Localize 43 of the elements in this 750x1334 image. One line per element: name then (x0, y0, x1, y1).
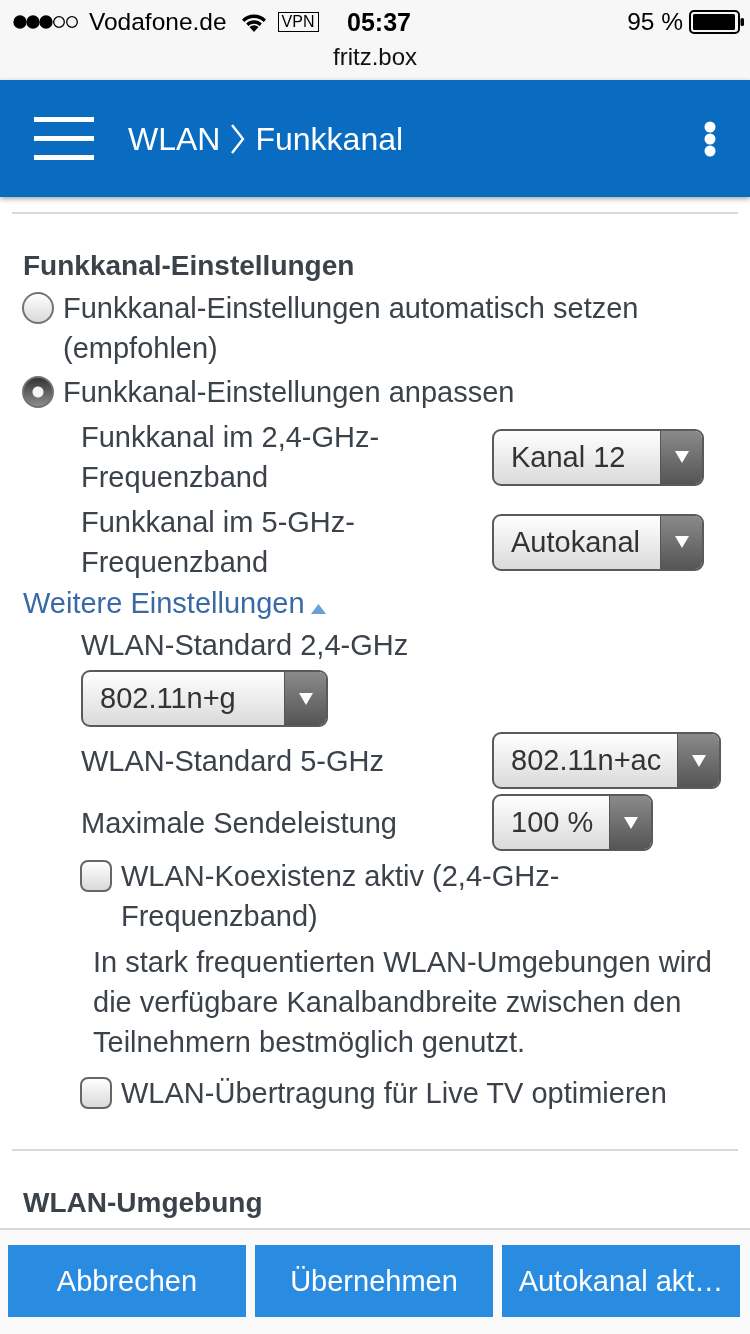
checkbox-label: WLAN-Koexistenz aktiv (2,4-GHz-Frequenzband) (121, 859, 561, 934)
radio-label: Funkkanal-Einstellungen automatisch setzen (empfohlen) (63, 291, 640, 366)
dropdown-caret-icon (609, 796, 652, 849)
radio-button[interactable] (22, 292, 54, 324)
field-label: Funkkanal im 5-GHz-Frequenzband (81, 505, 356, 580)
dropdown-caret-icon (284, 672, 326, 725)
radio-button[interactable] (22, 376, 54, 408)
checkbox[interactable] (80, 860, 112, 892)
field-label: Funkkanal im 2,4-GHz-Frequenzband (81, 420, 381, 495)
section-title: Funkkanal-Einstellungen (23, 249, 356, 283)
apply-button[interactable]: Übernehmen (255, 1245, 493, 1317)
clock-time: 05:37 (347, 7, 411, 37)
dropdown-caret-icon (677, 734, 720, 787)
dropdown-caret-icon (660, 515, 702, 569)
breadcrumb-link[interactable]: WLAN (128, 118, 221, 159)
carrier-name: Vodafone.de (89, 8, 227, 36)
dropdown-select[interactable]: Kanal 12 (492, 428, 704, 486)
vpn-indicator: VPN (277, 12, 319, 32)
auto-channel-button[interactable]: Autokanal akt… (502, 1245, 740, 1317)
field-label: WLAN-Standard 2,4-GHz (81, 628, 409, 663)
field-label: Maximale Sendeleistung (81, 805, 398, 841)
more-settings-link[interactable]: Weitere Einstellungen (23, 583, 326, 623)
address-url[interactable]: fritz.box (333, 42, 417, 72)
page-title: Funkkanal (255, 119, 404, 159)
battery-percentage: 95 % (627, 8, 683, 36)
cancel-button[interactable]: Abbrechen (8, 1245, 246, 1317)
wifi-icon (240, 12, 267, 32)
dropdown-select[interactable]: 802.11n+g (81, 670, 328, 727)
dropdown-caret-icon (660, 430, 702, 484)
checkbox[interactable] (80, 1077, 112, 1109)
more-menu-icon[interactable] (704, 120, 716, 157)
dropdown-select[interactable]: 802.11n+ac (492, 732, 722, 789)
battery-icon (689, 10, 745, 34)
help-text: In stark frequentierten WLAN-Umgebungen wird die verfügbare Kanalbandbreite zwischen den Teilnehmern bestmöglich genutzt. (93, 945, 713, 1060)
field-label: WLAN-Standard 5-GHz (81, 743, 385, 779)
dropdown-select[interactable]: Autokanal (492, 513, 704, 571)
radio-label: Funkkanal-Einstellungen anpassen (63, 375, 515, 410)
signal-strength-icon (13, 15, 79, 29)
checkbox-label: WLAN-Übertragung für Live TV optimieren (121, 1076, 668, 1111)
dropdown-select[interactable]: 100 % (492, 794, 654, 851)
menu-icon[interactable] (34, 117, 94, 160)
chevron-right-icon (230, 123, 246, 154)
section-title: WLAN-Umgebung (23, 1186, 264, 1220)
